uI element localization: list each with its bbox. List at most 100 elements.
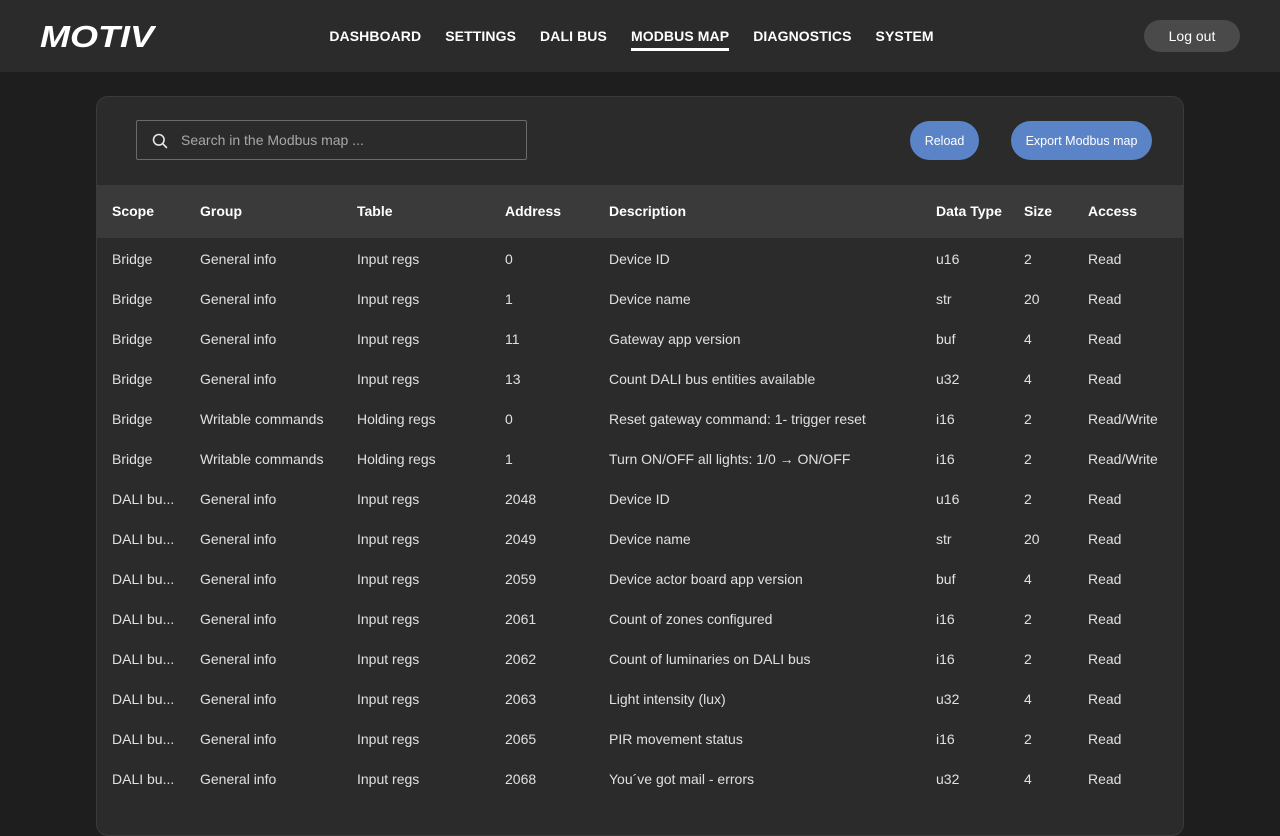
cell-table: Input regs [357, 731, 420, 747]
cell-group: General info [200, 691, 277, 707]
cell-scope: Bridge [112, 371, 153, 387]
cell-table: Input regs [357, 531, 420, 547]
nav-modbus-map[interactable]: MODBUS MAP [619, 0, 741, 72]
cell-access: Read [1088, 731, 1122, 747]
reload-button[interactable]: Reload [910, 121, 979, 160]
main-nav: DASHBOARD SETTINGS DALI BUS MODBUS MAP D… [0, 0, 1280, 72]
cell-table: Input regs [357, 571, 420, 587]
column-header-access[interactable]: Access [1088, 185, 1183, 238]
cell-data-type: i16 [936, 451, 955, 467]
cell-description: PIR movement status [609, 731, 743, 747]
cell-address: 0 [505, 251, 513, 267]
table-row[interactable]: DALI bu... General info Input regs 2059 Devi… [97, 558, 1183, 598]
cell-data-type: u16 [936, 491, 960, 507]
cell-access: Read [1088, 331, 1122, 347]
cell-scope: DALI bu... [112, 571, 175, 587]
cell-size: 4 [1024, 771, 1032, 787]
column-header-description[interactable]: Description [609, 185, 929, 238]
table-row[interactable]: Bridge General info Input regs 11 Gateway ap… [97, 318, 1183, 358]
column-header-table[interactable]: Table [357, 185, 497, 238]
cell-size: 2 [1024, 451, 1032, 467]
table-row[interactable]: Bridge General info Input regs 0 Device ID u1… [97, 238, 1183, 278]
cell-description: Light intensity (lux) [609, 691, 726, 707]
cell-access: Read [1088, 491, 1122, 507]
nav-diagnostics[interactable]: DIAGNOSTICS [741, 0, 863, 72]
cell-data-type: i16 [936, 411, 955, 427]
cell-description: Device actor board app version [609, 571, 803, 587]
cell-data-type: u32 [936, 771, 960, 787]
cell-address: 2048 [505, 491, 537, 507]
cell-address: 2049 [505, 531, 537, 547]
cell-access: Read [1088, 251, 1122, 267]
table-row[interactable]: DALI bu... General info Input regs 2062 Coun… [97, 638, 1183, 678]
cell-size: 2 [1024, 611, 1032, 627]
table-row[interactable]: DALI bu... General info Input regs 2048 Devi… [97, 478, 1183, 518]
logout-button[interactable]: Log out [1144, 20, 1240, 52]
search-box[interactable] [136, 120, 527, 160]
cell-table: Input regs [357, 371, 420, 387]
cell-size: 2 [1024, 731, 1032, 747]
cell-access: Read [1088, 771, 1122, 787]
cell-table: Input regs [357, 691, 420, 707]
cell-access: Read/Write [1088, 411, 1158, 427]
cell-table: Input regs [357, 771, 420, 787]
cell-size: 2 [1024, 411, 1032, 427]
cell-description: Turn ON/OFF all lights: 1/0 → ON/OFF [609, 451, 851, 467]
cell-access: Read [1088, 651, 1122, 667]
cell-data-type: i16 [936, 651, 955, 667]
cell-data-type: i16 [936, 731, 955, 747]
cell-description: Reset gateway command: 1- trigger reset [609, 411, 866, 427]
nav-system[interactable]: SYSTEM [864, 0, 946, 72]
cell-description: Count DALI bus entities available [609, 371, 816, 387]
cell-group: General info [200, 651, 277, 667]
table-row[interactable]: DALI bu... General info Input regs 2063 Ligh… [97, 678, 1183, 718]
cell-scope: Bridge [112, 451, 153, 467]
table-row[interactable]: Bridge Writable commands Holding regs 0 Rese… [97, 398, 1183, 438]
table-body: Bridge General info Input regs 0 Device ID u1… [97, 238, 1183, 798]
cell-address: 1 [505, 291, 513, 307]
cell-description: Device name [609, 531, 691, 547]
cell-scope: DALI bu... [112, 691, 175, 707]
cell-scope: Bridge [112, 331, 153, 347]
table-row[interactable]: Bridge General info Input regs 13 Count DALI… [97, 358, 1183, 398]
cell-access: Read [1088, 291, 1122, 307]
motiv-logo[interactable]: MOTIV [40, 22, 156, 50]
column-header-data-type[interactable]: Data Type [936, 185, 1016, 238]
export-modbus-map-button[interactable]: Export Modbus map [1011, 121, 1152, 160]
cell-group: General info [200, 531, 277, 547]
cell-group: Writable commands [200, 451, 324, 467]
cell-description: Gateway app version [609, 331, 741, 347]
cell-access: Read/Write [1088, 451, 1158, 467]
cell-data-type: str [936, 531, 952, 547]
cell-data-type: buf [936, 571, 956, 587]
nav-dali-bus[interactable]: DALI BUS [528, 0, 619, 72]
column-header-size[interactable]: Size [1024, 185, 1074, 238]
table-row[interactable]: Bridge Writable commands Holding regs 1 Turn… [97, 438, 1183, 478]
search-input[interactable] [179, 121, 519, 159]
cell-access: Read [1088, 371, 1122, 387]
table-row[interactable]: DALI bu... General info Input regs 2061 Coun… [97, 598, 1183, 638]
cell-scope: DALI bu... [112, 531, 175, 547]
cell-table: Input regs [357, 491, 420, 507]
cell-table: Input regs [357, 291, 420, 307]
table-row[interactable]: Bridge General info Input regs 1 Device name… [97, 278, 1183, 318]
nav-dashboard[interactable]: DASHBOARD [317, 0, 433, 72]
table-row[interactable]: DALI bu... General info Input regs 2068 You´… [97, 758, 1183, 798]
cell-description: Device ID [609, 491, 670, 507]
column-header-scope[interactable]: Scope [112, 185, 180, 238]
cell-scope: DALI bu... [112, 731, 175, 747]
table-row[interactable]: DALI bu... General info Input regs 2065 PIR … [97, 718, 1183, 758]
cell-address: 2062 [505, 651, 537, 667]
logo-text: MOTIV [40, 22, 156, 50]
cell-data-type: u16 [936, 251, 960, 267]
cell-scope: DALI bu... [112, 651, 175, 667]
column-header-address[interactable]: Address [505, 185, 595, 238]
column-header-group[interactable]: Group [200, 185, 350, 238]
cell-access: Read [1088, 611, 1122, 627]
cell-access: Read [1088, 691, 1122, 707]
cell-address: 1 [505, 451, 513, 467]
cell-group: General info [200, 731, 277, 747]
table-row[interactable]: DALI bu... General info Input regs 2049 Devi… [97, 518, 1183, 558]
nav-settings[interactable]: SETTINGS [433, 0, 528, 72]
table-header: Scope Group Table Address Description Da… [97, 185, 1183, 238]
